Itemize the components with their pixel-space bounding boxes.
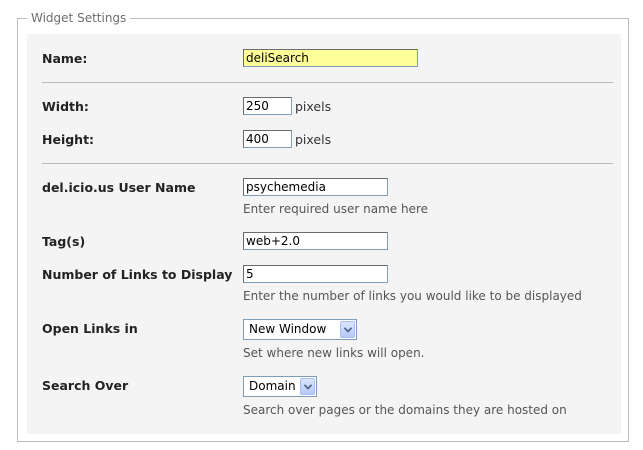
- width-unit: pixels: [295, 99, 332, 114]
- divider: [42, 163, 613, 164]
- search-over-hint: Search over pages or the domains they ar…: [243, 403, 567, 417]
- name-label: Name:: [42, 51, 88, 66]
- divider: [42, 82, 613, 83]
- open-links-select[interactable]: New Window: [243, 319, 357, 340]
- username-hint: Enter required user name here: [243, 202, 428, 216]
- height-unit: pixels: [295, 132, 332, 147]
- search-over-selected: Domain: [249, 379, 296, 393]
- dropdown-button[interactable]: [300, 378, 315, 395]
- width-input[interactable]: 250: [243, 97, 292, 115]
- num-links-hint: Enter the number of links you would like…: [243, 289, 582, 303]
- chevron-down-icon: [344, 327, 352, 333]
- dropdown-button[interactable]: [340, 321, 355, 338]
- open-links-selected: New Window: [249, 322, 327, 336]
- height-input[interactable]: 400: [243, 130, 292, 148]
- tags-input[interactable]: web+2.0: [243, 232, 388, 250]
- search-over-select[interactable]: Domain: [243, 376, 317, 397]
- num-links-input[interactable]: 5: [243, 265, 388, 283]
- username-label: del.icio.us User Name: [42, 180, 196, 195]
- tags-label: Tag(s): [42, 234, 86, 249]
- name-input[interactable]: deliSearch: [243, 49, 418, 67]
- chevron-down-icon: [304, 384, 312, 390]
- height-label: Height:: [42, 132, 95, 147]
- search-over-label: Search Over: [42, 378, 129, 393]
- open-links-label: Open Links in: [42, 321, 138, 336]
- num-links-label: Number of Links to Display: [42, 267, 233, 282]
- open-links-hint: Set where new links will open.: [243, 346, 425, 360]
- widget-settings-legend: Widget Settings: [27, 11, 131, 25]
- width-label: Width:: [42, 99, 89, 114]
- username-input[interactable]: psychemedia: [243, 178, 388, 196]
